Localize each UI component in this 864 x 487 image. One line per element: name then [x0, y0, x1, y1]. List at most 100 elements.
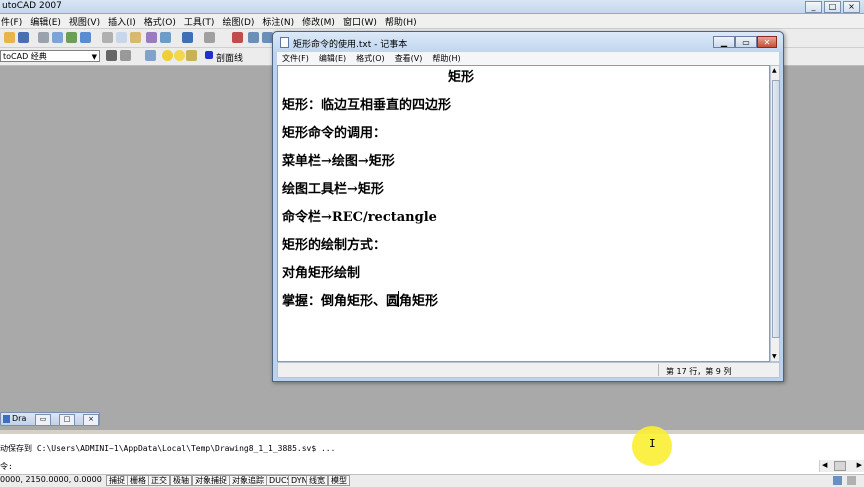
menu-view[interactable]: 查看(V)	[390, 52, 428, 65]
maximize-button[interactable]: ▭	[735, 36, 757, 48]
text-line-heading: 矩形	[448, 70, 475, 85]
coordinates-readout[interactable]: 0000, 2150.0000, 0.0000	[0, 475, 102, 484]
close-button[interactable]: ×	[843, 1, 860, 13]
app-title: utoCAD 2007	[2, 1, 62, 11]
layer-lock-icon[interactable]	[186, 50, 197, 61]
text-cursor-icon: I	[649, 437, 656, 450]
command-window: 动保存到 C:\Users\ADMINI~1\AppData\Local\Tem…	[0, 430, 864, 476]
tray-icon[interactable]	[847, 476, 856, 485]
scroll-thumb[interactable]	[834, 461, 846, 471]
workspace-select[interactable]: toCAD 经典 ▼	[0, 50, 100, 62]
notepad-menu-bar: 文件(F) 编辑(E) 格式(O) 查看(V) 帮助(H)	[277, 52, 779, 65]
pan-icon[interactable]	[232, 32, 243, 43]
menu-dimension[interactable]: 标注(N)	[259, 14, 299, 28]
current-layer-name[interactable]: 剖面线	[216, 51, 243, 64]
autocad-menu-bar: 件(F) 编辑(E) 视图(V) 插入(I) 格式(O) 工具(T) 绘图(D)…	[0, 14, 864, 29]
osnap-toggle[interactable]: 对象捕捉	[192, 475, 230, 486]
text-line: 菜单栏→绘图→矩形	[282, 154, 395, 169]
notepad-window: 矩形命令的使用.txt - 记事本 ▁ ▭ ✕ 文件(F) 编辑(E) 格式(O…	[272, 31, 784, 382]
status-bar: 0000, 2150.0000, 0.0000 捕捉 栅格 正交 极轴 对象捕捉…	[0, 474, 864, 487]
tray-icon[interactable]	[833, 476, 842, 485]
arrow-up-icon[interactable]: ▲	[772, 67, 777, 74]
menu-help[interactable]: 帮助(H)	[382, 14, 422, 28]
block-editor-icon[interactable]	[160, 32, 171, 43]
notepad-status-bar: 第 17 行，第 9 列	[277, 362, 780, 378]
close-icon[interactable]: ×	[83, 414, 99, 426]
maximize-icon[interactable]: □	[59, 414, 75, 426]
snap-toggle[interactable]: 捕捉	[106, 475, 128, 486]
text-line: 绘图工具栏→矩形	[282, 182, 384, 197]
grid-toggle[interactable]: 栅格	[127, 475, 149, 486]
command-history-line: 动保存到 C:\Users\ADMINI~1\AppData\Local\Tem…	[0, 444, 336, 453]
workspace-value: toCAD 经典	[3, 52, 47, 61]
copy-icon[interactable]	[116, 32, 127, 43]
minimize-button[interactable]: ▁	[713, 36, 735, 48]
close-button[interactable]: ✕	[757, 36, 777, 48]
plot-icon[interactable]	[80, 32, 91, 43]
zoom-realtime-icon[interactable]	[248, 32, 259, 43]
menu-format[interactable]: 格式(O)	[141, 14, 181, 28]
cursor-position: 第 17 行，第 9 列	[666, 367, 732, 376]
notepad-icon	[280, 37, 289, 48]
text-line: 矩形的绘制方式：	[282, 238, 387, 253]
arrow-down-icon[interactable]: ▼	[772, 353, 777, 360]
scroll-thumb[interactable]	[772, 80, 780, 338]
menu-edit[interactable]: 编辑(E)	[314, 52, 351, 65]
menu-file[interactable]: 件(F)	[0, 14, 27, 28]
new-icon[interactable]	[4, 32, 15, 43]
vertical-scrollbar[interactable]: ▲ ▼	[770, 65, 780, 362]
menu-view[interactable]: 视图(V)	[66, 14, 105, 28]
text-line: 掌握：倒角矩形、圆角矩形	[282, 294, 439, 309]
text-line: 矩形命令的调用：	[282, 126, 387, 141]
workspace-settings-icon[interactable]	[106, 50, 117, 61]
menu-window[interactable]: 窗口(W)	[340, 14, 382, 28]
preview-icon[interactable]	[52, 32, 63, 43]
command-scrollbar[interactable]: ◀ ▶	[819, 460, 864, 472]
otrack-toggle[interactable]: 对象追踪	[229, 475, 267, 486]
layer-manager-icon[interactable]	[145, 50, 156, 61]
menu-edit[interactable]: 编辑(E)	[27, 14, 66, 28]
paste-icon[interactable]	[130, 32, 141, 43]
drawing-tab-label: Dra	[12, 414, 27, 423]
cursor-highlight: I	[632, 426, 672, 466]
notepad-title: 矩形命令的使用.txt - 记事本	[293, 40, 408, 50]
layer-freeze-icon[interactable]	[174, 50, 185, 61]
text-line: 命令栏→REC/rectangle	[282, 210, 437, 225]
command-prompt[interactable]: 令:	[0, 461, 13, 472]
arrow-left-icon[interactable]: ◀	[822, 461, 827, 469]
menu-file[interactable]: 文件(F)	[277, 52, 314, 65]
polar-toggle[interactable]: 极轴	[170, 475, 192, 486]
my-workspace-icon[interactable]	[120, 50, 131, 61]
status-divider	[658, 364, 659, 376]
chevron-down-icon: ▼	[91, 53, 97, 61]
save-icon[interactable]	[18, 32, 29, 43]
menu-modify[interactable]: 修改(M)	[299, 14, 340, 28]
lineweight-toggle[interactable]: 线宽	[306, 475, 328, 486]
print-icon[interactable]	[38, 32, 49, 43]
menu-insert[interactable]: 插入(I)	[105, 14, 141, 28]
restore-icon[interactable]: ▭	[35, 414, 51, 426]
menu-tools[interactable]: 工具(T)	[181, 14, 220, 28]
ortho-toggle[interactable]: 正交	[148, 475, 170, 486]
text-line: 矩形：临边互相垂直的四边形	[282, 98, 452, 113]
notepad-title-bar[interactable]: 矩形命令的使用.txt - 记事本 ▁ ▭ ✕	[273, 32, 783, 52]
menu-format[interactable]: 格式(O)	[351, 52, 390, 65]
cut-icon[interactable]	[102, 32, 113, 43]
layer-on-icon[interactable]	[162, 50, 173, 61]
minimize-button[interactable]: _	[805, 1, 822, 13]
layer-color-icon[interactable]	[205, 51, 213, 59]
match-properties-icon[interactable]	[146, 32, 157, 43]
text-caret	[398, 291, 399, 307]
minimized-drawing-window[interactable]: Dra ▭ □ ×	[0, 412, 100, 426]
autocad-title-bar: utoCAD 2007 _ □ ×	[0, 0, 864, 14]
publish-icon[interactable]	[66, 32, 77, 43]
undo-icon[interactable]	[182, 32, 193, 43]
maximize-button[interactable]: □	[824, 1, 841, 13]
menu-draw[interactable]: 绘图(D)	[219, 14, 259, 28]
arrow-right-icon[interactable]: ▶	[857, 461, 862, 469]
model-toggle[interactable]: 模型	[328, 475, 350, 486]
text-line: 对角矩形绘制	[282, 266, 361, 281]
redo-icon[interactable]	[204, 32, 215, 43]
menu-help[interactable]: 帮助(H)	[427, 52, 465, 65]
notepad-text-area[interactable]: 矩形 矩形：临边互相垂直的四边形 矩形命令的调用： 菜单栏→绘图→矩形 绘图工具…	[277, 65, 770, 362]
